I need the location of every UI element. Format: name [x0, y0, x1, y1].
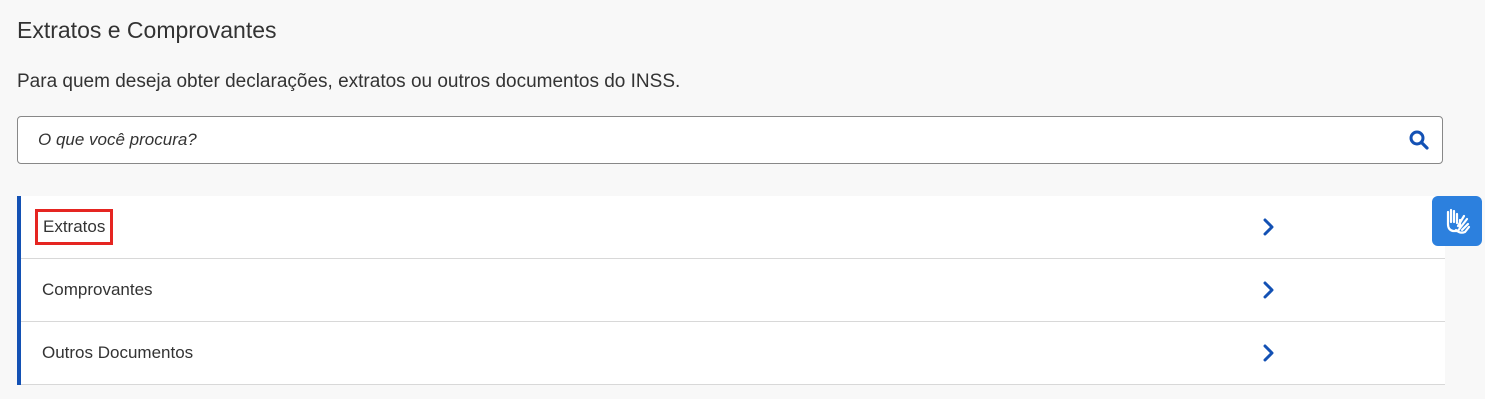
search-button[interactable] [1406, 127, 1432, 153]
chevron-right-icon [1261, 281, 1275, 299]
menu-item-label: Outros Documentos [42, 343, 194, 362]
page-title: Extratos e Comprovantes [17, 17, 277, 43]
accessibility-widget-button[interactable] [1432, 196, 1482, 246]
menu-item-outros-documentos[interactable]: Outros Documentos [21, 322, 1445, 385]
menu-item-label: Extratos [34, 209, 114, 245]
chevron-right-icon [1261, 218, 1275, 236]
search-box [17, 116, 1443, 164]
search-icon [1409, 130, 1429, 150]
sign-language-hands-icon [1446, 208, 1471, 234]
chevron-right-icon [1261, 344, 1275, 362]
page-description: Para quem deseja obter declarações, extr… [17, 71, 681, 92]
menu-item-extratos[interactable]: Extratos [21, 196, 1445, 259]
menu-item-label: Comprovantes [42, 280, 153, 299]
search-input[interactable] [18, 117, 1388, 163]
menu-item-comprovantes[interactable]: Comprovantes [21, 259, 1445, 322]
document-menu-list: Extratos Comprovantes Outros Documentos [17, 196, 1445, 385]
